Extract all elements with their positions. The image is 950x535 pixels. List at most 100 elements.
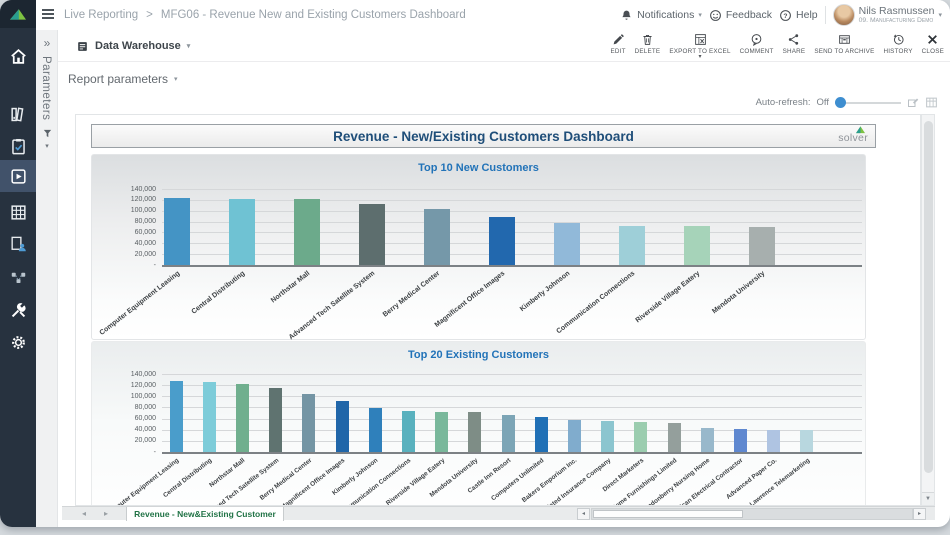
y-axis-tick-label: 40,000 xyxy=(98,240,156,247)
tab-scroll-left-icon[interactable]: ◂ xyxy=(82,507,86,521)
breadcrumb: Live Reporting > MFG06 - Revenue New and… xyxy=(64,0,466,30)
user-menu[interactable]: Nils Rasmussen 09. Manufacturing Demo ▾ xyxy=(833,4,942,26)
x-axis-line xyxy=(162,265,862,267)
horizontal-scrollbar-thumb[interactable] xyxy=(593,510,743,518)
parameters-rail: » Parameters ▾ xyxy=(36,30,58,527)
horizontal-scrollbar[interactable] xyxy=(591,508,913,520)
delete-button[interactable]: DELETE xyxy=(635,33,661,59)
gridline xyxy=(162,374,862,375)
edit-box-icon[interactable] xyxy=(907,97,919,109)
divider xyxy=(825,6,826,24)
y-axis-tick-label: 80,000 xyxy=(98,404,156,411)
chevron-down-icon: ▾ xyxy=(187,42,191,50)
share-button[interactable]: SHARE xyxy=(783,33,806,59)
bar xyxy=(402,411,415,452)
expand-parameters-button[interactable]: » xyxy=(36,36,58,50)
sidebar-item-input[interactable] xyxy=(0,196,36,228)
bar xyxy=(294,199,320,265)
y-axis-tick-label: 140,000 xyxy=(98,186,156,193)
sidebar-item-process[interactable] xyxy=(0,261,36,293)
bar xyxy=(164,198,190,265)
action-label: HISTORY xyxy=(883,48,912,55)
hamburger-menu-icon[interactable] xyxy=(42,9,54,20)
sidebar-item-settings[interactable] xyxy=(0,326,36,358)
sidebar-item-library[interactable] xyxy=(0,98,36,130)
parameters-rail-label: Parameters xyxy=(40,56,52,120)
data-warehouse-icon xyxy=(76,40,89,53)
report-parameters-toggle[interactable]: Report parameters ▾ xyxy=(68,72,178,86)
y-axis-tick-label: 80,000 xyxy=(98,218,156,225)
y-axis-tick-label: 60,000 xyxy=(98,229,156,236)
comment-icon xyxy=(750,33,763,46)
notifications-label: Notifications xyxy=(637,9,694,21)
breadcrumb-page: MFG06 - Revenue New and Existing Custome… xyxy=(161,9,466,21)
help-button[interactable]: ? Help xyxy=(779,9,818,22)
svg-text:?: ? xyxy=(783,12,787,19)
report-icon xyxy=(9,167,28,186)
auto-refresh-slider[interactable] xyxy=(835,97,901,109)
data-source-label: Data Warehouse xyxy=(95,40,181,52)
app-sidebar xyxy=(0,0,36,527)
history-button[interactable]: HISTORY xyxy=(883,33,912,59)
edit-button[interactable]: EDIT xyxy=(610,33,625,59)
export-to-excel-button[interactable]: EXPORT TO EXCEL▾ xyxy=(669,33,730,59)
bar xyxy=(489,217,515,265)
history-icon xyxy=(892,33,905,46)
chevron-down-icon: ▾ xyxy=(39,142,55,150)
app-window: Live Reporting > MFG06 - Revenue New and… xyxy=(0,0,950,527)
pencil-icon xyxy=(612,33,625,46)
vertical-scrollbar[interactable]: ▼ xyxy=(921,114,935,506)
slider-knob[interactable] xyxy=(835,97,846,108)
feedback-button[interactable]: Feedback xyxy=(709,9,772,22)
smiley-icon xyxy=(709,9,722,22)
y-axis-tick-label: 40,000 xyxy=(98,426,156,433)
bar xyxy=(601,421,614,452)
y-axis-tick-label: 60,000 xyxy=(98,415,156,422)
hscroll-left-button[interactable]: ◂ xyxy=(577,508,590,520)
bell-icon xyxy=(620,9,633,22)
sheet-tab[interactable]: Revenue - New&Existing Customer xyxy=(126,507,284,521)
breadcrumb-separator: > xyxy=(146,9,153,21)
chevron-down-icon: ▾ xyxy=(698,55,701,59)
send-to-archive-button[interactable]: SEND TO ARCHIVE xyxy=(814,33,874,59)
tab-scroll-right-icon[interactable]: ▸ xyxy=(104,507,108,521)
sidebar-item-home[interactable] xyxy=(0,40,36,72)
action-label: DELETE xyxy=(635,48,661,55)
vertical-scrollbar-thumb[interactable] xyxy=(924,121,933,473)
close-button[interactable]: CLOSE xyxy=(922,33,944,59)
tools-icon xyxy=(9,301,28,320)
sidebar-item-administration[interactable] xyxy=(0,294,36,326)
notifications-button[interactable]: Notifications ▾ xyxy=(620,9,702,22)
breadcrumb-section[interactable]: Live Reporting xyxy=(64,9,138,21)
grid-view-icon[interactable] xyxy=(925,96,938,109)
data-source-selector[interactable]: Data Warehouse ▾ xyxy=(76,30,190,62)
bar xyxy=(424,209,450,265)
bar xyxy=(568,420,581,452)
gridline xyxy=(162,396,862,397)
chart-top20-existing-customers: Top 20 Existing Customers 140,000120,000… xyxy=(91,341,866,506)
bar xyxy=(767,430,780,452)
sidebar-item-tasks[interactable] xyxy=(0,130,36,162)
comment-button[interactable]: COMMENT xyxy=(740,33,774,59)
hscroll-right-button[interactable]: ▸ xyxy=(913,508,926,520)
scroll-down-button[interactable]: ▼ xyxy=(922,492,934,505)
bar xyxy=(229,199,255,265)
filter-button[interactable]: ▾ xyxy=(39,126,55,150)
action-label: SEND TO ARCHIVE xyxy=(814,48,874,55)
y-axis-tick-label: 100,000 xyxy=(98,207,156,214)
header-right: Notifications ▾ Feedback ? Help Nils Ras… xyxy=(620,0,942,30)
bar xyxy=(800,430,813,452)
action-label: EDIT xyxy=(610,48,625,55)
solver-logo-mark[interactable] xyxy=(0,0,36,28)
sidebar-item-collaboration[interactable] xyxy=(0,228,36,260)
sidebar-item-live-reporting[interactable] xyxy=(0,160,36,192)
close-icon xyxy=(926,33,939,46)
sheet-tab-bar: ◂ ▸ Revenue - New&Existing Customer ⋮ ◂ … xyxy=(62,506,935,520)
gridline xyxy=(162,385,862,386)
top-header: Live Reporting > MFG06 - Revenue New and… xyxy=(36,0,950,30)
auto-refresh-label: Auto-refresh: xyxy=(756,97,811,108)
action-label: COMMENT xyxy=(740,48,774,55)
y-axis-tick-label: - xyxy=(98,262,156,269)
gear-icon xyxy=(9,333,28,352)
action-label: CLOSE xyxy=(922,48,944,55)
